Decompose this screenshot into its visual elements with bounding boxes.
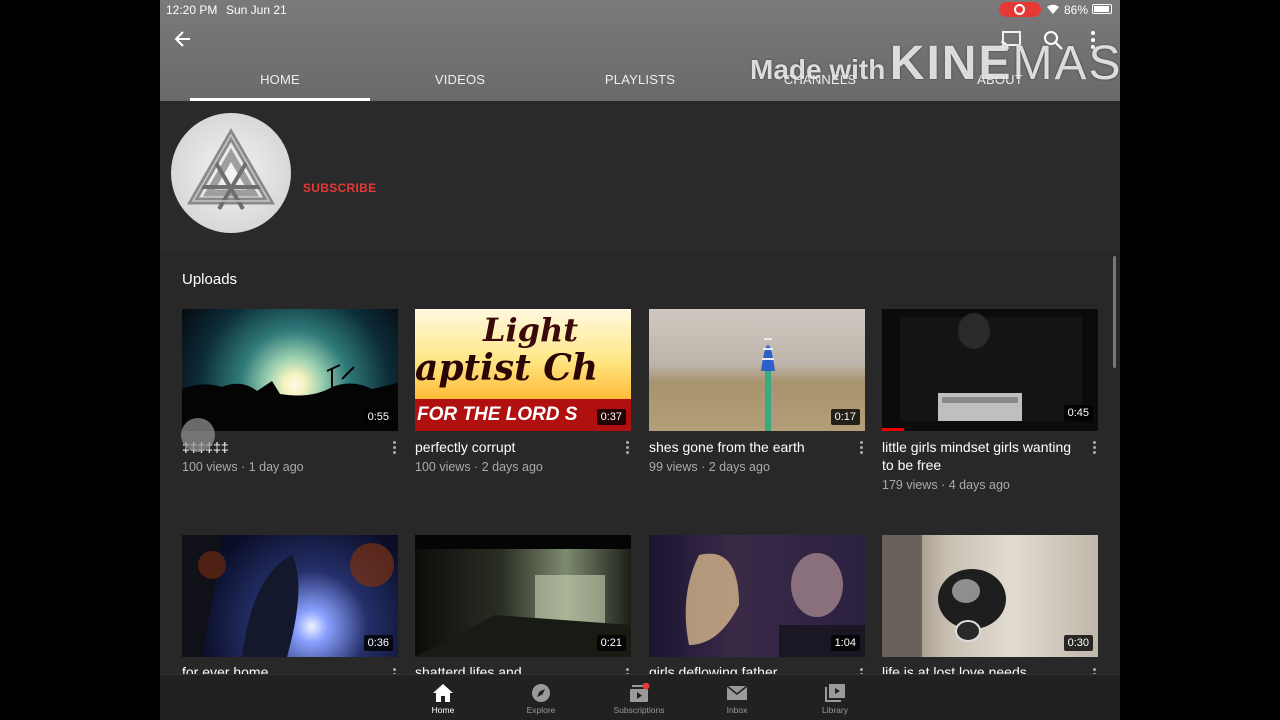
video-thumbnail[interactable]: 0:36	[182, 535, 398, 657]
screen-recording-icon	[999, 2, 1041, 17]
video-title[interactable]: perfectly corrupt	[415, 439, 605, 457]
compass-icon	[532, 684, 550, 702]
thumbnail-sign-text-1: Light	[483, 311, 579, 349]
tab-home[interactable]: HOME	[190, 72, 370, 87]
status-date: Sun Jun 21	[226, 3, 287, 17]
thumbnail-sign-text-2: aptist Ch	[415, 347, 599, 389]
video-thumbnail[interactable]: 1:04	[649, 535, 865, 657]
video-duration: 0:36	[363, 635, 393, 651]
video-meta: 99 views · 2 days ago	[649, 460, 770, 474]
video-card[interactable]: 0:21 shatterd lifes and	[415, 535, 631, 681]
video-age: 1 day ago	[248, 460, 304, 474]
kinemaster-watermark: Made with KINEMASTER	[750, 36, 1120, 91]
video-views: 99 views	[649, 460, 698, 474]
video-age: 2 days ago	[481, 460, 543, 474]
home-icon	[433, 684, 453, 702]
youtube-channel-screen: 12:20 PM Sun Jun 21 86% HOME VIDEOS PLAY…	[160, 0, 1120, 720]
nav-library[interactable]: Library	[786, 675, 884, 720]
video-menu-icon[interactable]	[859, 441, 865, 455]
battery-icon	[1092, 4, 1112, 14]
nav-subscriptions-label: Subscriptions	[613, 705, 665, 715]
bottom-navigation: Home Explore Subscriptions Inbox Library	[160, 674, 1120, 720]
library-icon	[825, 684, 845, 702]
back-arrow-icon[interactable]	[172, 28, 194, 50]
video-card[interactable]: Light aptist Ch FOR THE LORD S 0:37 perf…	[415, 309, 631, 474]
video-views: 100 views	[182, 460, 238, 474]
channel-avatar[interactable]	[171, 113, 291, 233]
video-thumbnail[interactable]: 0:30	[882, 535, 1098, 657]
subscribe-button[interactable]: SUBSCRIBE	[303, 181, 376, 195]
nav-inbox-label: Inbox	[726, 705, 748, 715]
triangle-knot-logo-icon	[186, 127, 276, 211]
nav-explore-label: Explore	[526, 705, 556, 715]
video-meta: 100 views · 2 days ago	[415, 460, 543, 474]
scrollbar[interactable]	[1113, 256, 1116, 368]
uploads-section-title: Uploads	[182, 271, 238, 288]
video-duration: 0:17	[830, 409, 860, 425]
video-duration: 1:04	[830, 635, 860, 651]
video-age: 2 days ago	[708, 460, 770, 474]
subscriptions-icon	[630, 683, 650, 702]
wifi-icon	[1047, 4, 1059, 14]
video-menu-icon[interactable]	[625, 441, 631, 455]
tab-videos[interactable]: VIDEOS	[370, 72, 550, 87]
video-card[interactable]: 0:36 for ever home	[182, 535, 398, 681]
nav-library-label: Library	[822, 705, 848, 715]
video-duration: 0:30	[1063, 635, 1093, 651]
watermark-prefix: Made with	[750, 54, 886, 85]
mail-icon	[726, 685, 748, 700]
video-thumbnail[interactable]: Light aptist Ch FOR THE LORD S 0:37	[415, 309, 631, 431]
video-duration: 0:45	[1063, 405, 1093, 421]
nav-home-label: Home	[431, 705, 455, 715]
status-time: 12:20 PM	[166, 3, 218, 17]
status-bar: 12:20 PM Sun Jun 21 86%	[160, 0, 1120, 20]
nav-home[interactable]: Home	[394, 675, 492, 720]
video-thumbnail[interactable]: 0:21	[415, 535, 631, 657]
video-card[interactable]: 1:04 girls deflowing father	[649, 535, 865, 681]
video-card[interactable]: 0:17 shes gone from the earth 99 views ·…	[649, 309, 865, 474]
nav-inbox[interactable]: Inbox	[688, 675, 786, 720]
video-card[interactable]: 0:30 life is at lost love needs	[882, 535, 1098, 681]
watermark-brand-b: MASTER	[1012, 37, 1120, 90]
video-card[interactable]: 0:45 little girls mindset girls wanting …	[882, 309, 1098, 492]
video-meta: 100 views · 1 day ago	[182, 460, 304, 474]
video-meta: 179 views · 4 days ago	[882, 478, 1010, 492]
tab-playlists[interactable]: PLAYLISTS	[550, 72, 730, 87]
watermark-brand-a: KINE	[889, 37, 1013, 90]
nav-explore[interactable]: Explore	[492, 675, 590, 720]
video-duration: 0:37	[596, 409, 626, 425]
video-duration: 0:21	[596, 635, 626, 651]
video-duration: 0:55	[363, 409, 393, 425]
video-menu-icon[interactable]	[1092, 441, 1098, 455]
thumbnail-sign-text-3: FOR THE LORD S	[417, 404, 578, 425]
channel-header: 12:20 PM Sun Jun 21 86% HOME VIDEOS PLAY…	[160, 0, 1120, 101]
channel-info: SUBSCRIBE	[160, 101, 1120, 251]
battery-percent: 86%	[1064, 3, 1089, 17]
video-age: 4 days ago	[948, 478, 1010, 492]
nav-subscriptions[interactable]: Subscriptions	[590, 675, 688, 720]
video-title[interactable]: shes gone from the earth	[649, 439, 839, 457]
video-thumbnail[interactable]: 0:45	[882, 309, 1098, 431]
video-thumbnail[interactable]: 0:55	[182, 309, 398, 431]
video-views: 100 views	[415, 460, 471, 474]
watch-progress-bar	[882, 428, 904, 431]
video-thumbnail[interactable]: 0:17	[649, 309, 865, 431]
video-views: 179 views	[882, 478, 938, 492]
video-card[interactable]: 0:55 ‡‡‡‡‡‡ 100 views · 1 day ago	[182, 309, 398, 474]
video-title[interactable]: little girls mindset girls wanting to be…	[882, 439, 1072, 474]
touch-indicator	[181, 418, 215, 452]
video-menu-icon[interactable]	[392, 441, 398, 455]
